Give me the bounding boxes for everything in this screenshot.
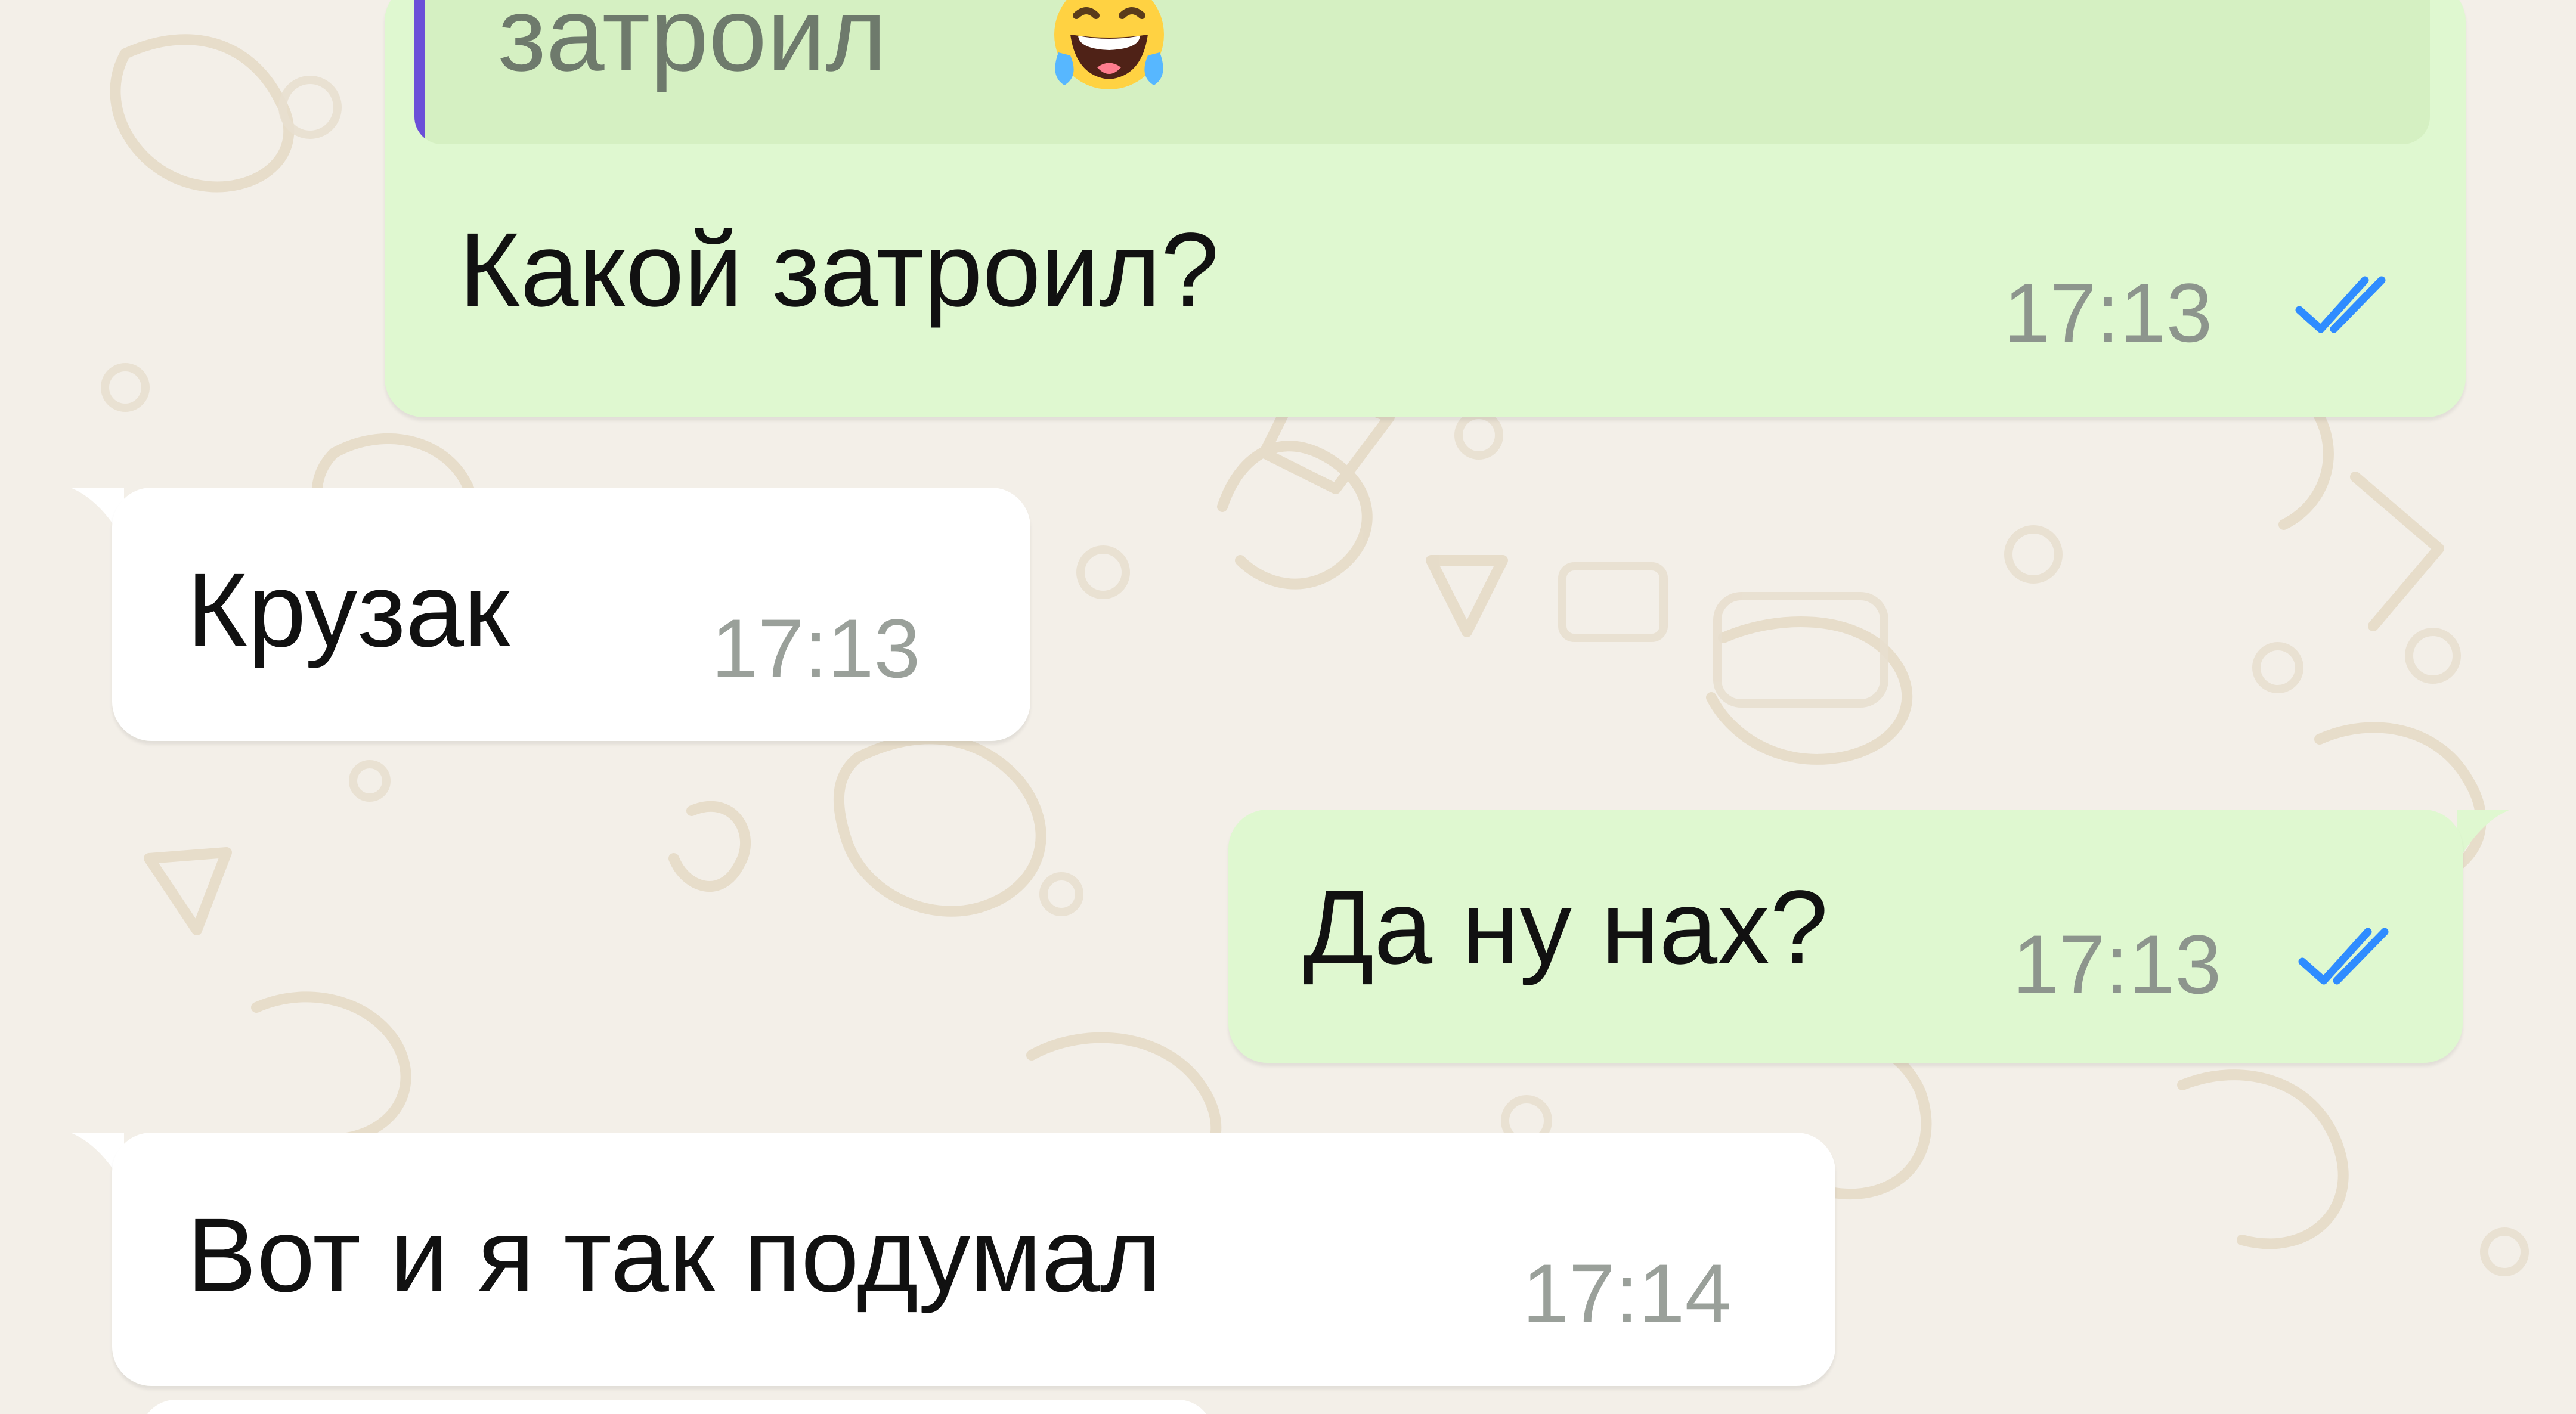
incoming-message-bubble[interactable]: Вот и я так подумал 17:14 — [112, 1133, 1835, 1386]
message-text: Какой затроил? — [459, 212, 1219, 328]
reply-quote-text: затроил — [498, 0, 887, 93]
double-check-read-icon — [2298, 928, 2389, 985]
reply-quote[interactable]: затроил — [414, 0, 2430, 144]
message-time: 17:14 — [1522, 1246, 1732, 1340]
message-text: Да ну нах? — [1303, 869, 1829, 986]
face-with-tears-of-joy-icon — [1054, 0, 1164, 89]
outgoing-message-bubble[interactable]: Да ну нах? 17:13 — [1228, 810, 2463, 1063]
message-text: Крузак — [187, 552, 510, 669]
message-time: 17:13 — [711, 601, 921, 695]
double-check-read-icon — [2295, 276, 2386, 333]
message-time: 17:13 — [2004, 266, 2213, 359]
partial-next-message-bubble — [140, 1400, 1213, 1414]
outgoing-message-bubble[interactable]: затроил Какой затроил? 17:13 — [385, 0, 2466, 417]
message-text: Вот и я так подумал — [187, 1197, 1162, 1314]
outgoing-bubble-tail — [2457, 810, 2510, 863]
incoming-message-bubble[interactable]: Крузак 17:13 — [112, 488, 1030, 741]
message-time: 17:13 — [2012, 917, 2222, 1011]
reply-quote-bar — [414, 0, 425, 144]
